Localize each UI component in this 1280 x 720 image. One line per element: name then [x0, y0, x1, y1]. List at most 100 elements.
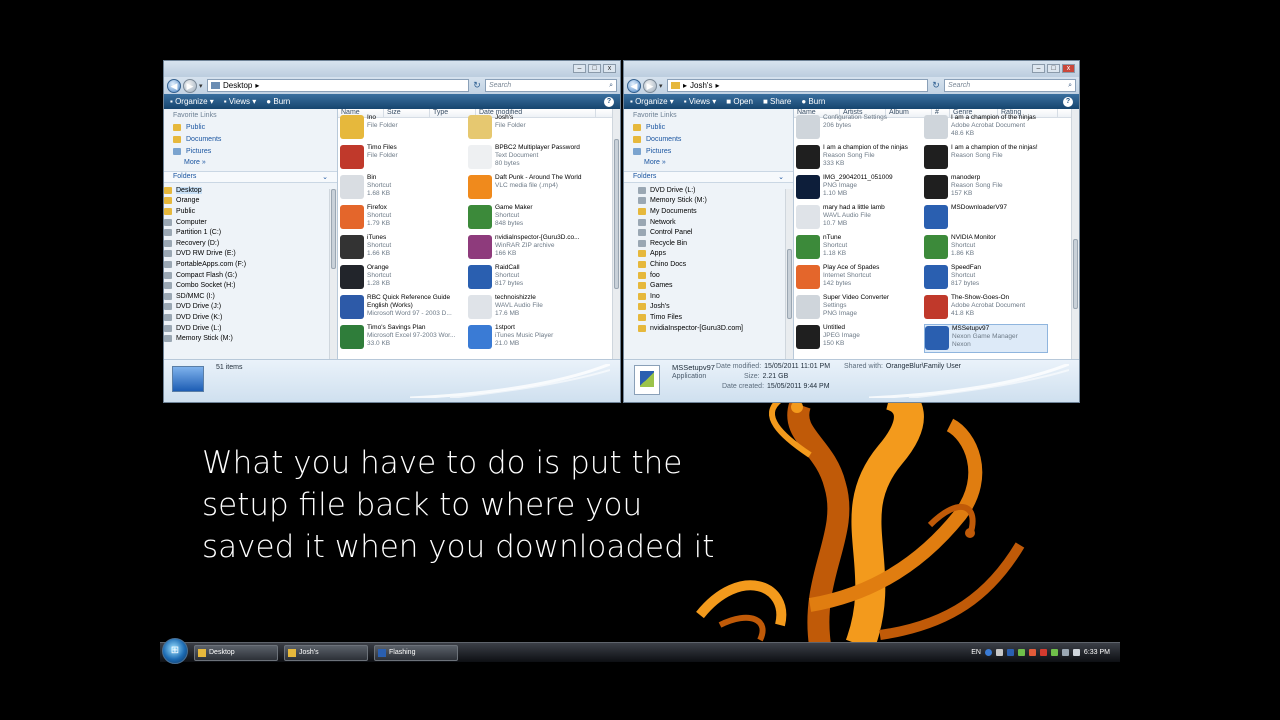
- help-tray-icon[interactable]: [984, 649, 992, 656]
- tree-item[interactable]: Apps: [638, 249, 793, 260]
- scrollbar-thumb[interactable]: [331, 189, 336, 269]
- file-item[interactable]: technoishizzle WAVL Audio File 17.6 MB: [468, 294, 592, 323]
- tree-scrollbar[interactable]: [329, 189, 337, 359]
- minimize-button[interactable]: –: [1032, 64, 1045, 73]
- fav-link-documents[interactable]: Documents: [624, 133, 793, 145]
- tree-item[interactable]: Control Panel: [638, 227, 793, 238]
- tree-item[interactable]: Partition 1 (C:): [164, 227, 337, 238]
- recent-pages-chevron-icon[interactable]: ▾: [659, 82, 665, 90]
- fav-link-pictures[interactable]: Pictures: [164, 145, 337, 157]
- tree-item[interactable]: DVD Drive (J:): [164, 302, 337, 313]
- search-input[interactable]: Search ⌕: [944, 79, 1076, 92]
- close-button[interactable]: x: [603, 64, 616, 73]
- tree-item[interactable]: Memory Stick (M:): [164, 333, 337, 344]
- tree-item[interactable]: DVD RW Drive (E:): [164, 249, 337, 260]
- file-item[interactable]: Timo's Savings Plan Microsoft Excel 97-20…: [340, 324, 464, 353]
- file-item[interactable]: nvidiaInspector-[Guru3D.co... WinRAR ZIP …: [468, 234, 592, 263]
- file-item[interactable]: iTunes Shortcut 1.66 KB: [340, 234, 464, 263]
- scrollbar-thumb[interactable]: [1073, 239, 1078, 309]
- help-icon[interactable]: ?: [604, 96, 614, 107]
- file-item[interactable]: NVIDIA Monitor Shortcut 1.86 KB: [924, 234, 1048, 263]
- back-button[interactable]: ◀: [627, 78, 641, 93]
- file-item[interactable]: Play Ace of Spades Internet Shortcut 142 b…: [796, 264, 920, 293]
- file-item[interactable]: I am a champion of the ninjas! Reason Son…: [924, 144, 1048, 173]
- file-item[interactable]: I am a champion of the ninjas Reason Song…: [796, 144, 920, 173]
- explorer-window-desktop[interactable]: – □ x ◀ ▶ ▾ Desktop ▸ ↻ Search ⌕ ▪ Organ…: [163, 60, 621, 403]
- fav-link-documents[interactable]: Documents: [164, 133, 337, 145]
- maximize-button[interactable]: □: [588, 64, 601, 73]
- views-button[interactable]: ▪ Views ▾: [684, 97, 717, 106]
- fav-link-pictures[interactable]: Pictures: [624, 145, 793, 157]
- file-item[interactable]: RBC Quick Reference Guide English (Works…: [340, 294, 464, 323]
- shield-tray-icon[interactable]: [1039, 649, 1047, 656]
- network-tray-icon[interactable]: [1017, 649, 1025, 656]
- tree-item[interactable]: Recovery (D:): [164, 238, 337, 249]
- more-link[interactable]: More »: [164, 157, 337, 168]
- burn-button[interactable]: ● Burn: [266, 97, 290, 106]
- nvidia-tray-icon[interactable]: [1050, 649, 1058, 656]
- title-bar[interactable]: – □ x: [624, 61, 1079, 77]
- tree-item[interactable]: Desktop: [164, 185, 337, 196]
- sync-tray-icon[interactable]: [1061, 649, 1069, 656]
- explorer-window-joshs[interactable]: – □ x ◀ ▶ ▾ ▸ Josh's ▸ ↻ Search ⌕ ▪ Orga…: [623, 60, 1080, 403]
- path-field[interactable]: Desktop ▸: [207, 79, 469, 92]
- tree-item[interactable]: Memory Stick (M:): [638, 196, 793, 207]
- tree-item[interactable]: Combo Socket (H:): [164, 280, 337, 291]
- file-item[interactable]: RaidCall Shortcut 817 bytes: [468, 264, 592, 293]
- recent-pages-chevron-icon[interactable]: ▾: [199, 82, 205, 90]
- tree-item[interactable]: Public: [164, 206, 337, 217]
- file-item[interactable]: Untitled JPEG Image 150 KB: [796, 324, 920, 353]
- file-item[interactable]: mary had a little lamb WAVL Audio File 10.…: [796, 204, 920, 233]
- file-item[interactable]: nTune Shortcut 1.18 KB: [796, 234, 920, 263]
- maximize-button[interactable]: □: [1047, 64, 1060, 73]
- file-item[interactable]: Orange Shortcut 1.28 KB: [340, 264, 464, 293]
- antivirus-tray-icon[interactable]: [1028, 649, 1036, 656]
- file-item[interactable]: The-Show-Goes-On Adobe Acrobat Document 41…: [924, 294, 1048, 323]
- folders-toggle[interactable]: Folders ⌄: [624, 171, 793, 183]
- taskbar-button-desktop[interactable]: Desktop: [194, 644, 278, 661]
- more-link[interactable]: More »: [624, 157, 793, 168]
- fav-link-public[interactable]: Public: [164, 121, 337, 133]
- tree-item[interactable]: Computer: [164, 217, 337, 228]
- app-tray-icon[interactable]: [1006, 649, 1014, 656]
- file-item[interactable]: Game Maker Shortcut 848 bytes: [468, 204, 592, 233]
- scrollbar-thumb[interactable]: [614, 139, 619, 289]
- taskbar-button-joshs[interactable]: Josh's: [284, 644, 368, 661]
- start-button[interactable]: ⊞: [162, 637, 188, 664]
- forward-button[interactable]: ▶: [183, 78, 197, 93]
- file-item[interactable]: Bin Shortcut 1.68 KB: [340, 174, 464, 203]
- tree-item[interactable]: My Documents: [638, 206, 793, 217]
- file-item[interactable]: 1stport iTunes Music Player 21.0 MB: [468, 324, 592, 353]
- volume-tray-icon[interactable]: [1072, 649, 1080, 656]
- tree-scrollbar[interactable]: [785, 189, 793, 359]
- file-item[interactable]: Daft Punk - Around The World VLC media fi…: [468, 174, 592, 203]
- tree-item[interactable]: SD/MMC (I:): [164, 291, 337, 302]
- file-item[interactable]: MSDownloaderV97: [924, 204, 1048, 233]
- file-list-scrollbar[interactable]: [1071, 109, 1079, 359]
- minimize-button[interactable]: –: [573, 64, 586, 73]
- share-button[interactable]: ■ Share: [763, 97, 791, 106]
- refresh-icon[interactable]: ↻: [930, 80, 942, 91]
- file-item[interactable]: Super Video Converter Settings PNG Image: [796, 294, 920, 323]
- tree-item[interactable]: Network: [638, 217, 793, 228]
- clock[interactable]: 6:33 PM: [1084, 649, 1110, 656]
- file-item[interactable]: I am a champion of the ninjas Adobe Acrob…: [924, 114, 1048, 143]
- title-bar[interactable]: – □ x: [164, 61, 620, 77]
- file-list-scrollbar[interactable]: [612, 109, 620, 359]
- burn-button[interactable]: ● Burn: [801, 97, 825, 106]
- tree-item[interactable]: PortableApps.com (F:): [164, 259, 337, 270]
- tree-item[interactable]: Chino Docs: [638, 259, 793, 270]
- file-item[interactable]: IMG_29042011_051009 PNG Image 1.10 MB: [796, 174, 920, 203]
- taskbar-button-flashing[interactable]: Flashing: [374, 644, 458, 661]
- tree-item[interactable]: Ino: [638, 291, 793, 302]
- tree-item[interactable]: Timo Files: [638, 312, 793, 323]
- tree-item[interactable]: Josh's: [638, 302, 793, 313]
- file-item[interactable]: Josh's File Folder: [468, 114, 592, 143]
- open-button[interactable]: ■ Open: [726, 97, 753, 106]
- tree-item[interactable]: Compact Flash (G:): [164, 270, 337, 281]
- file-item[interactable]: Timo Files File Folder: [340, 144, 464, 173]
- forward-button[interactable]: ▶: [643, 78, 657, 93]
- refresh-icon[interactable]: ↻: [471, 80, 483, 91]
- tree-item[interactable]: Orange: [164, 196, 337, 207]
- organize-button[interactable]: ▪ Organize ▾: [630, 97, 674, 106]
